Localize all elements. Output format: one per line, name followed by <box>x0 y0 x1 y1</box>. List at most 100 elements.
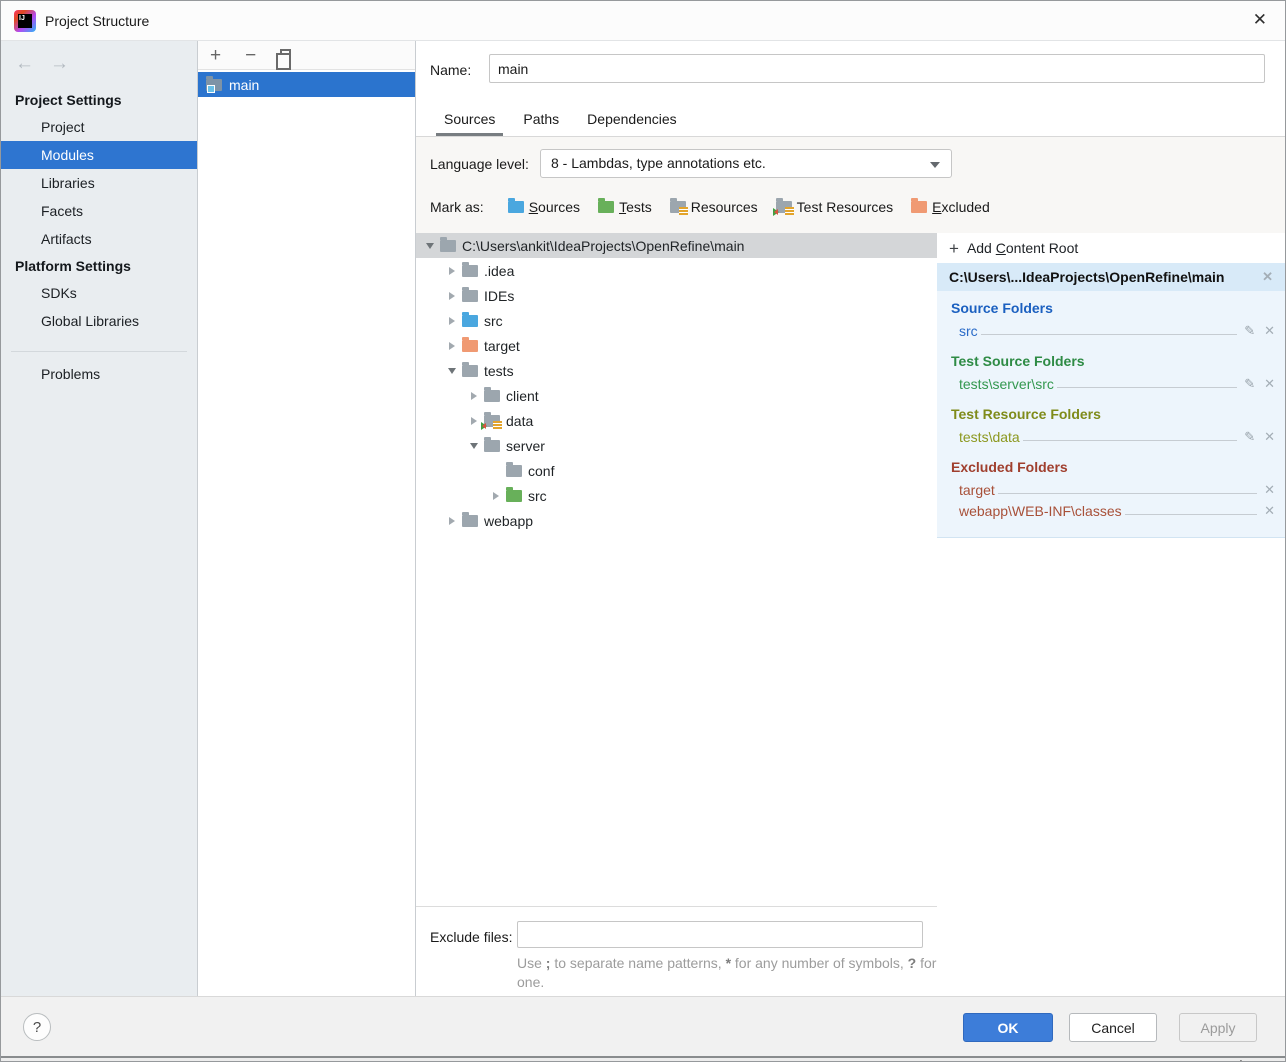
folder-item[interactable]: webapp\WEB-INF\classes✕ <box>951 500 1275 521</box>
chevron-expanded-icon[interactable] <box>426 243 434 249</box>
project-structure-dialog: Project Structure ✕ ←→ Project SettingsP… <box>0 0 1286 1062</box>
chevron-collapsed-icon[interactable] <box>449 317 455 325</box>
sidebar-item-facets[interactable]: Facets <box>1 197 197 225</box>
copy-module-icon[interactable] <box>280 49 291 62</box>
content-root-path: C:\Users\...IdeaProjects\OpenRefine\main <box>949 269 1262 285</box>
expander-box <box>488 492 504 500</box>
exclude-hint: Use ; to separate name patterns, * for a… <box>517 954 937 992</box>
folder-gray-icon <box>462 265 478 277</box>
test-folders-title: Test Source Folders <box>951 353 1275 373</box>
sidebar-item-artifacts[interactable]: Artifacts <box>1 225 197 253</box>
cancel-button[interactable]: Cancel <box>1069 1013 1157 1042</box>
tab-paths[interactable]: Paths <box>523 105 559 136</box>
chevron-expanded-icon[interactable] <box>470 443 478 449</box>
intellij-logo-icon <box>14 10 36 32</box>
mark-as-excluded[interactable]: Excluded <box>911 199 990 215</box>
chevron-collapsed-icon[interactable] <box>449 292 455 300</box>
excluded-folders-title: Excluded Folders <box>951 459 1275 479</box>
ok-button[interactable]: OK <box>963 1013 1053 1042</box>
chevron-collapsed-icon[interactable] <box>449 517 455 525</box>
mark-as-test-resources[interactable]: Test Resources <box>776 199 893 215</box>
tree-node-label: src <box>484 313 503 329</box>
module-name-input[interactable] <box>489 54 1265 83</box>
tree-row[interactable]: tests <box>416 358 937 383</box>
editor-tabs: Sources Paths Dependencies <box>416 105 1285 137</box>
edit-pencil-icon[interactable]: ✎ <box>1244 429 1255 445</box>
folder-resources-icon <box>670 201 686 213</box>
tree-row[interactable]: C:\Users\ankit\IdeaProjects\OpenRefine\m… <box>416 233 937 258</box>
help-button[interactable]: ? <box>23 1013 51 1041</box>
folder-blue-icon <box>508 201 524 213</box>
sidebar-item-libraries[interactable]: Libraries <box>1 169 197 197</box>
tree-row[interactable]: data <box>416 408 937 433</box>
sidebar-item-global-libraries[interactable]: Global Libraries <box>1 307 197 335</box>
chevron-expanded-icon[interactable] <box>448 368 456 374</box>
exclude-files-input[interactable] <box>517 921 923 948</box>
tab-sources[interactable]: Sources <box>444 105 495 136</box>
chevron-collapsed-icon[interactable] <box>471 417 477 425</box>
remove-folder-icon[interactable]: ✕ <box>1264 323 1275 339</box>
expander-box <box>466 443 482 449</box>
tree-row[interactable]: conf <box>416 458 937 483</box>
chevron-collapsed-icon[interactable] <box>493 492 499 500</box>
mark-as-items: Sources Tests Resources Test Resources Exclu… <box>508 199 1008 215</box>
remove-folder-icon[interactable]: ✕ <box>1264 482 1275 498</box>
chevron-collapsed-icon[interactable] <box>449 267 455 275</box>
expander-box <box>444 368 460 374</box>
mark-as-sources[interactable]: Sources <box>508 199 580 215</box>
resource-lines-icon <box>493 421 502 429</box>
module-row[interactable]: main <box>198 72 415 97</box>
settings-sidebar: ← → Project SettingsProjectModulesLibrari… <box>1 41 197 996</box>
forward-arrow-icon[interactable]: → <box>50 53 69 74</box>
sidebar-divider <box>11 351 187 352</box>
tree-row[interactable]: client <box>416 383 937 408</box>
sidebar-item-project[interactable]: Project <box>1 113 197 141</box>
folder-green-icon <box>598 201 614 213</box>
folder-item[interactable]: target✕ <box>951 479 1275 500</box>
tree-row[interactable]: src <box>416 308 937 333</box>
mark-as-tests[interactable]: Tests <box>598 199 652 215</box>
tree-node-label: target <box>484 338 520 354</box>
mark-as-resources[interactable]: Resources <box>670 199 758 215</box>
leader-line <box>1023 440 1237 441</box>
chevron-collapsed-icon[interactable] <box>471 392 477 400</box>
tree-row[interactable]: server <box>416 433 937 458</box>
folder-item[interactable]: tests\server\src✎✕ <box>951 373 1275 394</box>
tab-dependencies[interactable]: Dependencies <box>587 105 677 136</box>
tree-row[interactable]: src <box>416 483 937 508</box>
chevron-collapsed-icon[interactable] <box>449 342 455 350</box>
remove-folder-icon[interactable]: ✕ <box>1264 376 1275 392</box>
folder-orange-icon <box>462 340 478 352</box>
language-level-select[interactable]: 8 - Lambdas, type annotations etc. <box>540 149 952 178</box>
remove-folder-icon[interactable]: ✕ <box>1264 429 1275 445</box>
folder-gray-icon <box>462 290 478 302</box>
folder-gray-icon <box>462 515 478 527</box>
tree-node-label: src <box>528 488 547 504</box>
remove-content-root-icon[interactable]: ✕ <box>1262 269 1273 285</box>
mark-as-item-label: Sources <box>529 199 580 215</box>
back-arrow-icon[interactable]: ← <box>15 53 34 74</box>
edit-pencil-icon[interactable]: ✎ <box>1244 323 1255 339</box>
remove-module-icon[interactable]: − <box>245 46 256 65</box>
tree-row[interactable]: IDEs <box>416 283 937 308</box>
tree-row[interactable]: target <box>416 333 937 358</box>
sidebar-item-modules[interactable]: Modules <box>1 141 197 169</box>
add-module-icon[interactable]: + <box>210 46 221 65</box>
tree-row[interactable]: .idea <box>416 258 937 283</box>
add-content-root-button[interactable]: + Add Content Root <box>937 233 1285 263</box>
sidebar-item-problems[interactable]: Problems <box>1 360 197 388</box>
sidebar-section-header: Project Settings <box>1 87 197 113</box>
tree-row[interactable]: webapp <box>416 508 937 533</box>
folder-gray-icon <box>440 240 456 252</box>
folder-item[interactable]: src✎✕ <box>951 320 1275 341</box>
content-root-header[interactable]: C:\Users\...IdeaProjects\OpenRefine\main… <box>937 263 1285 291</box>
close-icon[interactable]: ✕ <box>1253 1 1267 39</box>
folder-item[interactable]: tests\data ✎ ✕ <box>951 426 1275 447</box>
plus-icon: + <box>949 240 959 257</box>
edit-pencil-icon[interactable]: ✎ <box>1244 376 1255 392</box>
folder-item-path: tests\data <box>959 429 1020 445</box>
window-title: Project Structure <box>45 1 149 41</box>
tree-node-label: IDEs <box>484 288 514 304</box>
sidebar-item-sdks[interactable]: SDKs <box>1 279 197 307</box>
remove-folder-icon[interactable]: ✕ <box>1264 503 1275 519</box>
